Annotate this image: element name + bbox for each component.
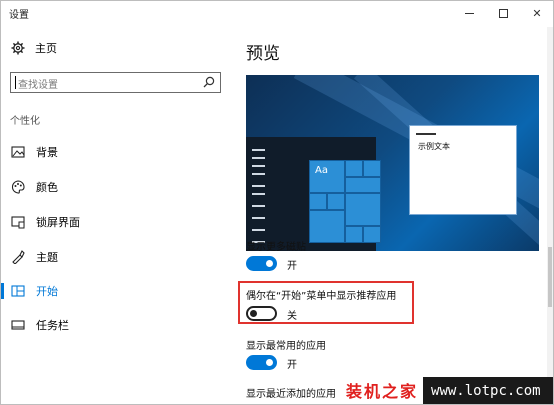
option-label-recently-added: 显示最近添加的应用 xyxy=(246,389,336,400)
minimize-button[interactable] xyxy=(452,1,486,25)
main-content: 预览 Aa 示例文本 显示更多磁贴 开 偶尔在“开始”菜单中显示推荐应用 关 显… xyxy=(233,27,553,404)
window-title: 设置 xyxy=(9,10,29,21)
scrollbar-thumb[interactable] xyxy=(548,247,552,307)
sidebar-item-label: 颜色 xyxy=(36,181,58,194)
toggle-suggestions[interactable] xyxy=(246,306,277,321)
sidebar-item-label: 主题 xyxy=(36,251,58,264)
home-link[interactable]: 主页 xyxy=(11,40,57,56)
active-indicator xyxy=(1,283,4,299)
scrollbar[interactable] xyxy=(547,27,553,404)
watermark-brand: 装机之家 xyxy=(341,377,424,404)
sidebar-item-background[interactable]: 背景 xyxy=(1,137,233,167)
toggle-state-most-used: 开 xyxy=(287,360,297,371)
sample-window-preview: 示例文本 xyxy=(409,125,517,215)
search-placeholder: 查找设置 xyxy=(18,80,58,91)
toggle-state-suggestions: 关 xyxy=(287,311,297,322)
start-preview: Aa 示例文本 xyxy=(246,75,539,251)
sidebar-item-lock-screen[interactable]: 锁屏界面 xyxy=(1,207,233,237)
option-label-more-tiles: 显示更多磁贴 xyxy=(246,242,306,253)
palette-icon xyxy=(11,180,25,194)
taskbar-icon xyxy=(11,318,25,332)
maximize-icon xyxy=(498,8,508,18)
search-icon xyxy=(203,76,215,88)
toggle-most-used[interactable] xyxy=(246,355,277,370)
sidebar-item-start[interactable]: 开始 xyxy=(1,276,233,306)
sidebar-item-label: 锁屏界面 xyxy=(36,216,80,229)
page-title: 预览 xyxy=(246,44,280,64)
lock-screen-icon xyxy=(11,215,25,229)
image-icon xyxy=(11,145,25,159)
close-icon: ✕ xyxy=(532,6,542,20)
close-button[interactable]: ✕ xyxy=(520,1,553,25)
start-icon xyxy=(11,284,25,298)
text-cursor xyxy=(15,76,16,89)
maximize-button[interactable] xyxy=(486,1,520,25)
preview-tile: Aa xyxy=(309,160,345,193)
watermark-url: www.lotpc.com xyxy=(423,377,553,404)
gear-icon xyxy=(11,41,25,55)
sidebar-item-colors[interactable]: 颜色 xyxy=(1,172,233,202)
toggle-knob xyxy=(266,359,273,366)
toggle-more-tiles[interactable] xyxy=(246,256,277,271)
minimize-icon xyxy=(464,12,474,14)
settings-window: 设置 ✕ 主页 查找设置 个性化 背景 颜色 锁屏界面 主题 开始 任务栏 预览… xyxy=(0,0,554,405)
section-label: 个性化 xyxy=(10,116,40,127)
sidebar-item-taskbar[interactable]: 任务栏 xyxy=(1,310,233,340)
sidebar-item-label: 开始 xyxy=(36,285,58,298)
search-input[interactable]: 查找设置 xyxy=(10,72,221,93)
toggle-knob xyxy=(266,260,273,267)
sidebar-item-label: 任务栏 xyxy=(36,319,69,332)
option-label-suggestions: 偶尔在“开始”菜单中显示推荐应用 xyxy=(246,291,397,302)
preview-tile-label: Aa xyxy=(315,165,328,176)
watermark: 装机之家 www.lotpc.com xyxy=(341,377,553,404)
sample-text: 示例文本 xyxy=(418,142,450,151)
option-label-most-used: 显示最常用的应用 xyxy=(246,341,326,352)
sidebar-item-themes[interactable]: 主题 xyxy=(1,242,233,272)
toggle-knob xyxy=(250,310,257,317)
theme-icon xyxy=(11,250,25,264)
home-label: 主页 xyxy=(35,42,57,55)
sidebar-item-label: 背景 xyxy=(36,146,58,159)
toggle-state-more-tiles: 开 xyxy=(287,261,297,272)
sidebar: 主页 查找设置 个性化 背景 颜色 锁屏界面 主题 开始 任务栏 xyxy=(1,27,233,404)
title-bar: 设置 ✕ xyxy=(1,1,553,27)
